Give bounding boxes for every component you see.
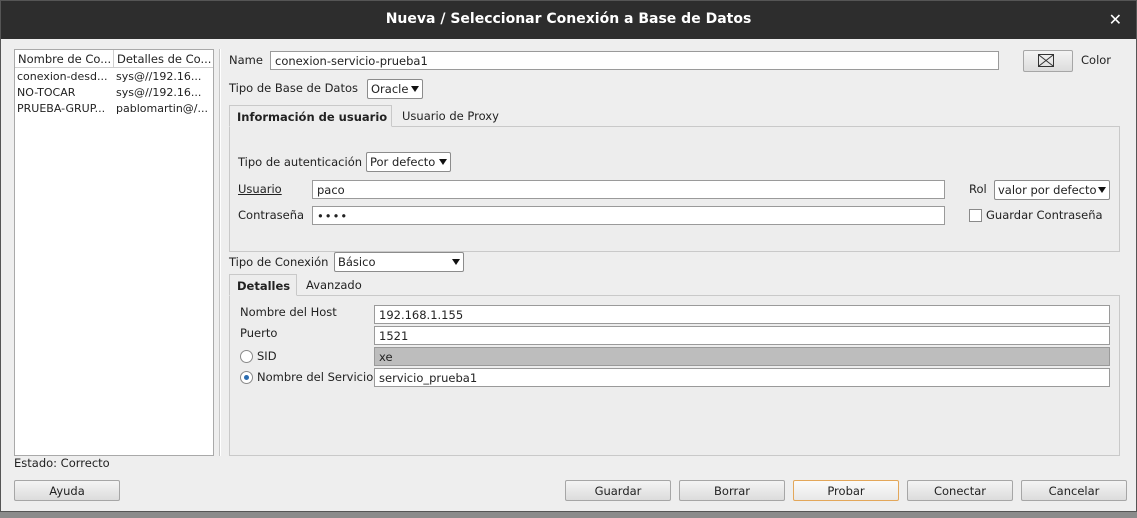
test-button[interactable]: Probar — [793, 480, 899, 501]
cancel-button[interactable]: Cancelar — [1021, 480, 1127, 501]
name-input[interactable]: conexion-servicio-prueba1 — [270, 51, 999, 70]
connection-type-select[interactable]: Básico — [334, 252, 464, 272]
help-button[interactable]: Ayuda — [14, 480, 120, 501]
delete-button[interactable]: Borrar — [679, 480, 785, 501]
table-row-details[interactable]: pablomartin@/... — [114, 101, 213, 117]
connect-button[interactable]: Conectar — [907, 480, 1013, 501]
db-type-label: Tipo de Base de Datos — [229, 81, 359, 95]
sid-radio[interactable] — [240, 350, 253, 363]
db-type-select[interactable]: Oracle — [367, 79, 423, 99]
color-button[interactable] — [1023, 50, 1073, 72]
service-name-radio[interactable] — [240, 371, 253, 384]
column-header-name[interactable]: Nombre de Co... — [15, 50, 114, 68]
save-password-label: Guardar Contraseña — [986, 208, 1103, 222]
panel-divider[interactable] — [219, 49, 221, 456]
host-label: Nombre del Host — [240, 305, 337, 319]
db-type-value: Oracle — [371, 82, 409, 96]
role-label: Rol — [969, 182, 987, 196]
role-value: valor por defecto — [998, 183, 1097, 197]
table-row-details[interactable]: sys@//192.16... — [114, 85, 213, 101]
save-password-checkbox[interactable] — [969, 209, 982, 222]
connection-type-label: Tipo de Conexión — [229, 255, 329, 269]
table-row-name[interactable]: PRUEBA-GRUP... — [15, 101, 114, 117]
user-label: Usuario — [238, 182, 282, 196]
auth-type-value: Por defecto — [370, 155, 436, 169]
sid-input[interactable]: xe — [374, 347, 1110, 366]
table-row-details[interactable]: sys@//192.16... — [114, 69, 213, 85]
column-header-details[interactable]: Detalles de Co... — [114, 50, 213, 68]
color-icon — [1038, 54, 1054, 67]
user-input[interactable]: paco — [312, 180, 945, 199]
dialog-title: Nueva / Seleccionar Conexión a Base de D… — [385, 11, 752, 27]
tab-details[interactable]: Detalles — [229, 274, 297, 296]
close-icon[interactable]: ✕ — [1109, 10, 1122, 29]
tab-user-info[interactable]: Información de usuario — [229, 105, 392, 127]
auth-type-label: Tipo de autenticación — [238, 155, 363, 169]
color-label: Color — [1081, 53, 1112, 67]
chevron-down-icon — [1098, 187, 1106, 193]
tab-advanced[interactable]: Avanzado — [299, 274, 369, 296]
connections-table[interactable]: Nombre de Co... Detalles de Co... conexi… — [14, 49, 214, 456]
table-row-name[interactable]: NO-TOCAR — [15, 85, 114, 101]
service-name-input[interactable]: servicio_prueba1 — [374, 368, 1110, 387]
sid-label: SID — [257, 349, 277, 363]
save-button[interactable]: Guardar — [565, 480, 671, 501]
service-name-label: Nombre del Servicio — [257, 370, 374, 384]
connection-type-value: Básico — [338, 255, 376, 269]
auth-type-select[interactable]: Por defecto — [366, 152, 451, 172]
port-input[interactable]: 1521 — [374, 326, 1110, 345]
status-label: Estado: Correcto — [14, 456, 110, 470]
chevron-down-icon — [411, 86, 419, 92]
chevron-down-icon — [452, 259, 460, 265]
name-label: Name — [229, 53, 263, 67]
chevron-down-icon — [439, 159, 447, 165]
connection-dialog: Nueva / Seleccionar Conexión a Base de D… — [0, 0, 1137, 512]
tab-proxy-user[interactable]: Usuario de Proxy — [395, 105, 506, 127]
password-label: Contraseña — [238, 208, 305, 222]
role-select[interactable]: valor por defecto — [994, 180, 1110, 200]
port-label: Puerto — [240, 326, 278, 340]
host-input[interactable]: 192.168.1.155 — [374, 305, 1110, 324]
table-row-name[interactable]: conexion-desd... — [15, 69, 114, 85]
password-input[interactable]: •••• — [312, 206, 945, 225]
title-bar: Nueva / Seleccionar Conexión a Base de D… — [1, 1, 1136, 39]
